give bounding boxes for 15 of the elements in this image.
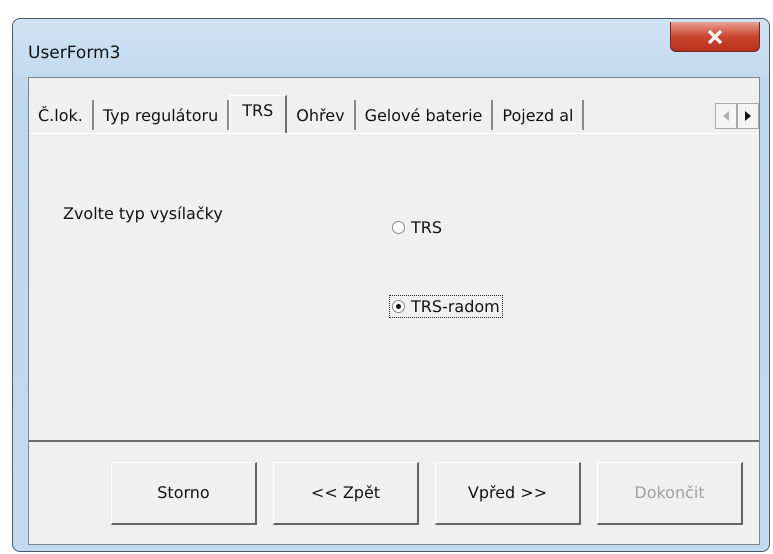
scroll-right-button[interactable] — [737, 103, 759, 129]
dialog-button[interactable]: Storno — [111, 462, 257, 524]
dialog-button[interactable]: << Zpět — [273, 462, 419, 524]
radio-option[interactable]: TRS — [389, 216, 503, 239]
window-title: UserForm3 — [28, 43, 120, 63]
left-arrow-icon — [723, 111, 729, 121]
tab[interactable]: TRS — [229, 95, 288, 133]
right-arrow-icon — [745, 111, 751, 121]
dialog-button[interactable]: Vpřed >> — [435, 462, 581, 524]
prompt-label: Zvolte typ vysílačky — [63, 204, 224, 225]
option-label: TRS-radom — [411, 297, 500, 316]
close-icon — [707, 30, 723, 44]
close-button[interactable] — [670, 22, 760, 52]
radio-option[interactable]: TRS-radom — [389, 295, 503, 318]
option-label: TRS — [411, 218, 442, 237]
